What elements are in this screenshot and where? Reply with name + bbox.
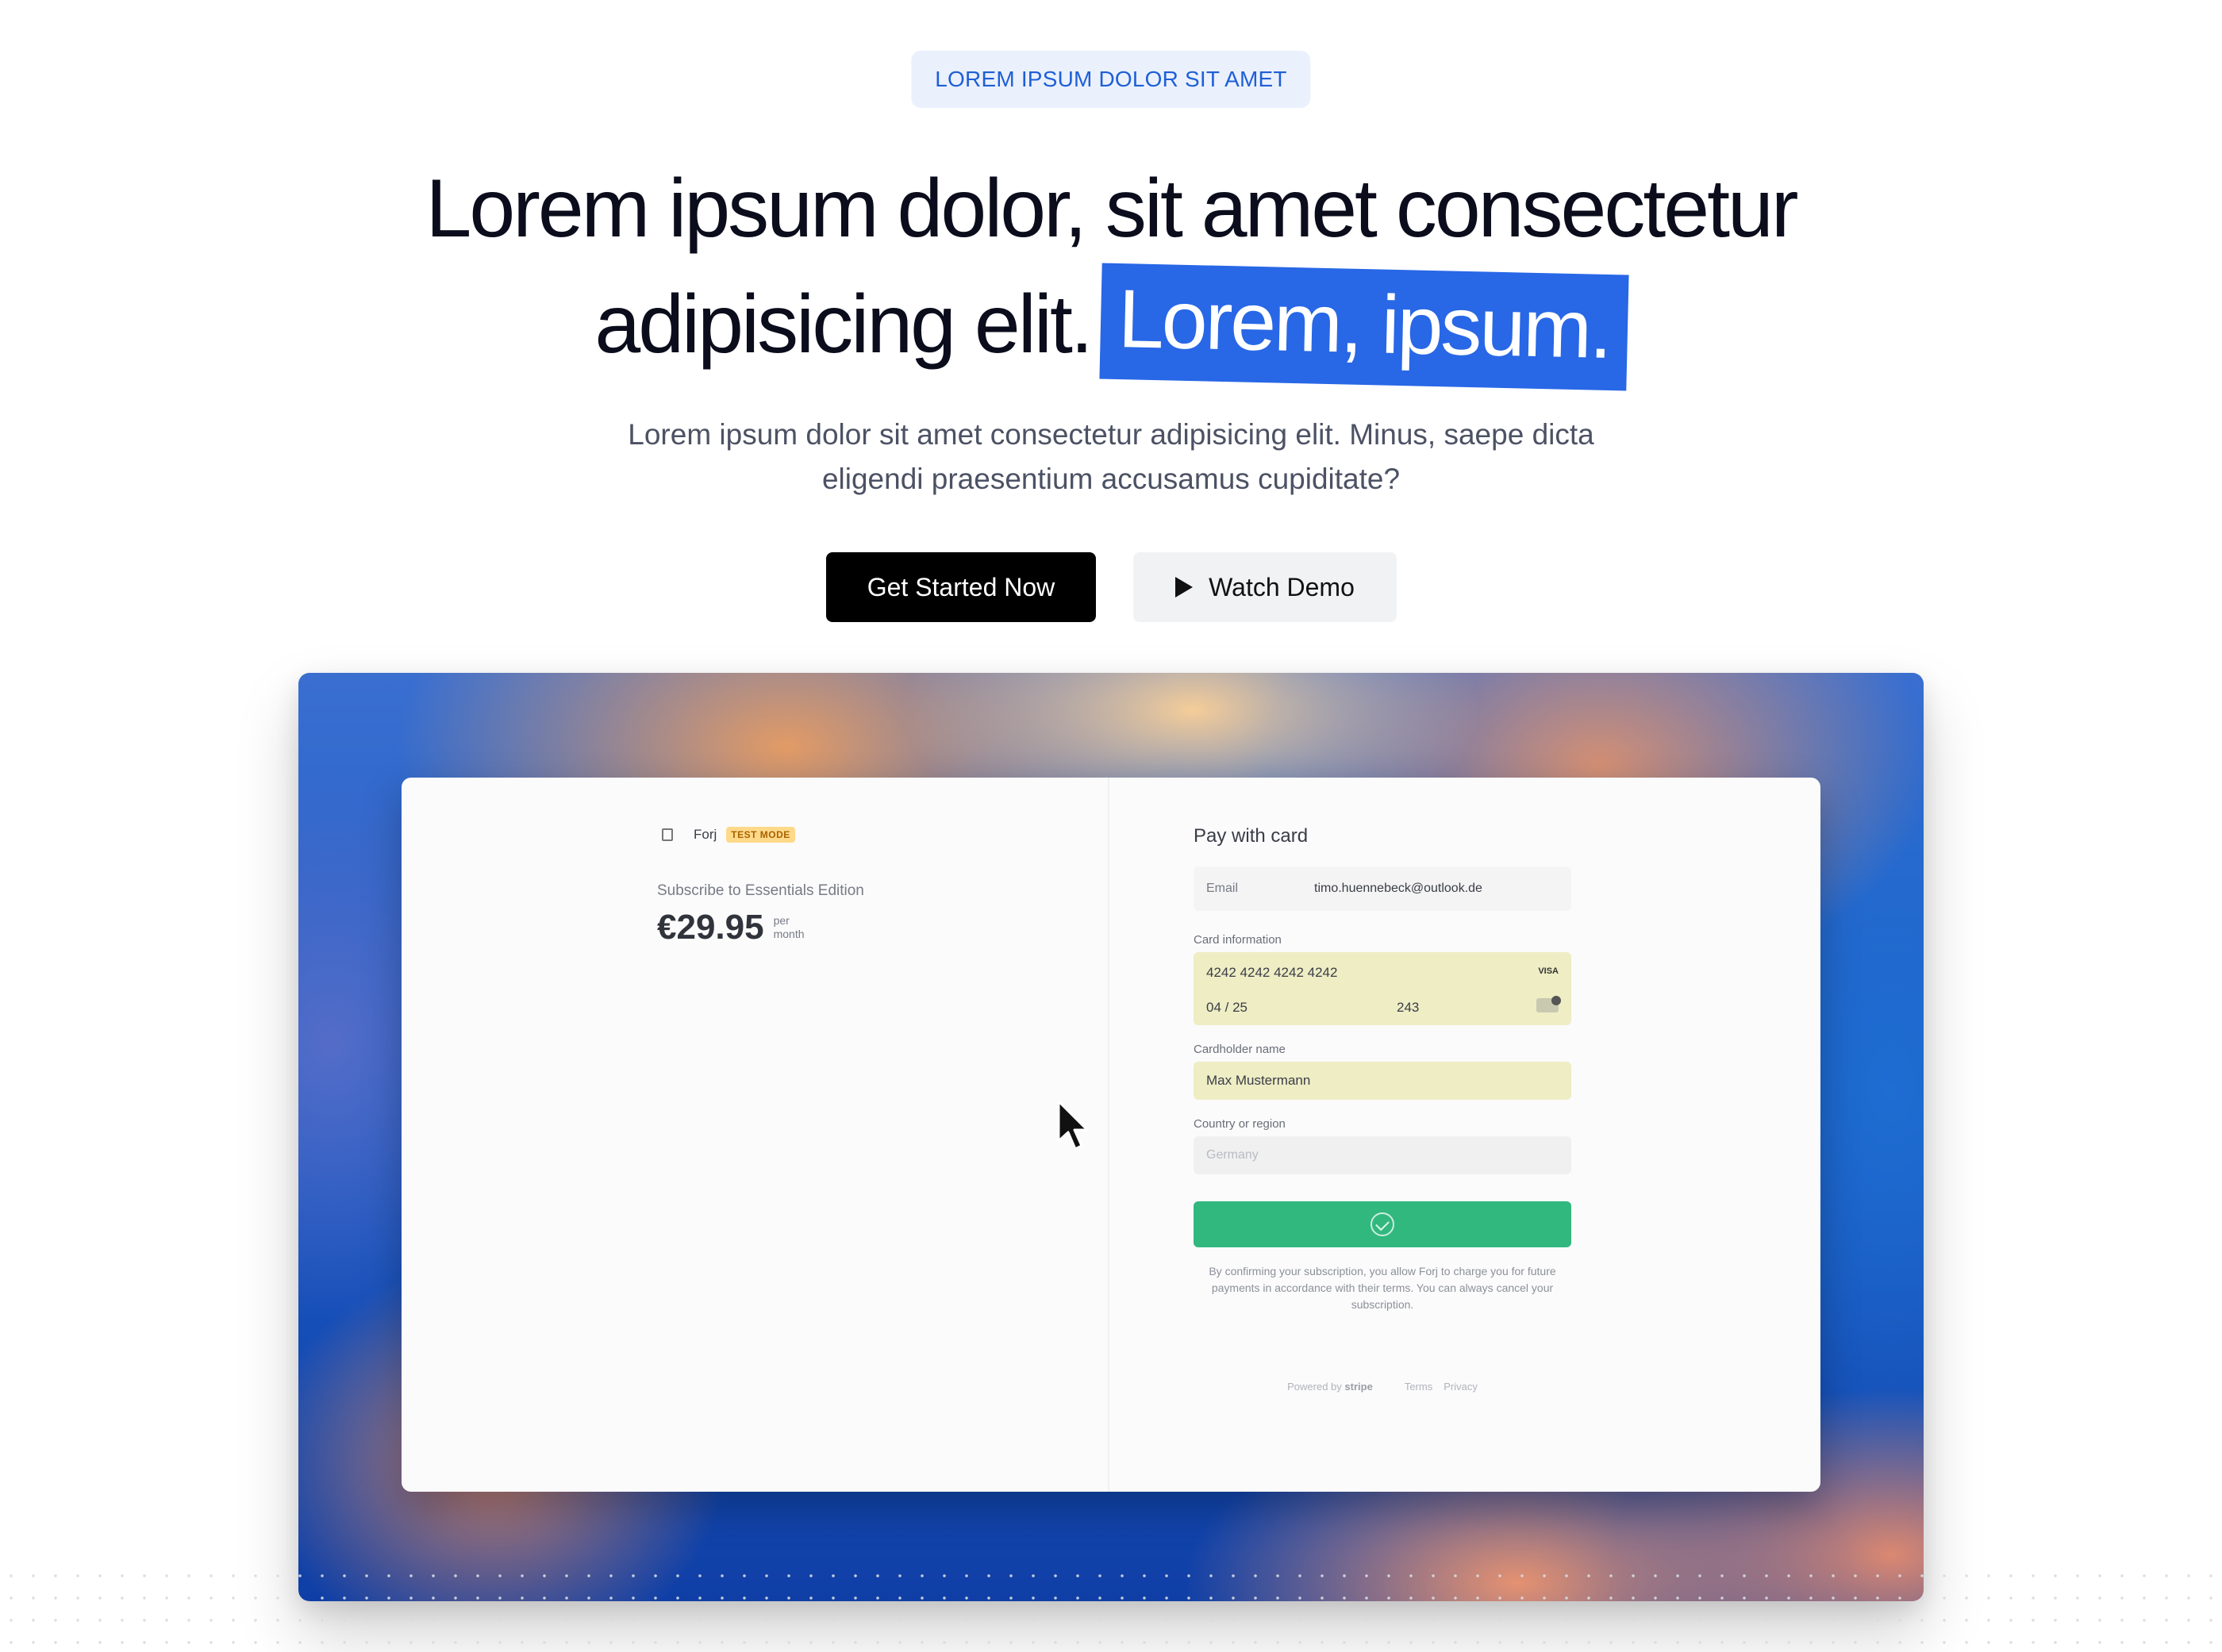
powered-by-text: Powered by [1287, 1381, 1342, 1393]
price: €29.95 [657, 908, 764, 947]
cardholder-field[interactable]: Max Mustermann [1194, 1062, 1571, 1100]
hero-title-highlight: Lorem, ipsum. [1099, 263, 1629, 391]
checkout-footer: Powered by stripe Terms Privacy [1194, 1381, 1571, 1393]
privacy-link[interactable]: Privacy [1444, 1381, 1478, 1393]
cvc-card-icon [1536, 996, 1561, 1012]
email-field[interactable]: Email timo.huennebeck@outlook.de [1194, 866, 1571, 911]
watch-demo-button[interactable]: Watch Demo [1133, 552, 1397, 622]
hero-title-line-1: Lorem ipsum dolor, sit amet consectetur [425, 163, 1799, 255]
order-summary: Forj TEST MODE Subscribe to Essentials E… [402, 778, 1108, 1492]
email-label: Email [1206, 882, 1239, 895]
card-number[interactable]: 4242 4242 4242 4242 [1206, 965, 1337, 981]
country-select[interactable]: Germany [1194, 1136, 1571, 1174]
period-line-1: per [773, 914, 790, 927]
visa-icon: VISA [1538, 966, 1559, 976]
footer-links: Terms Privacy [1405, 1381, 1478, 1393]
mouse-pointer-icon [1057, 1100, 1089, 1151]
terms-link[interactable]: Terms [1405, 1381, 1432, 1393]
hero-title: Lorem ipsum dolor, sit amet consectetur … [0, 151, 2222, 391]
card-info-field[interactable]: 4242 4242 4242 4242 VISA 04 / 25 243 [1194, 952, 1571, 1025]
check-circle-icon [1370, 1212, 1394, 1236]
email-value: timo.huennebeck@outlook.de [1314, 882, 1482, 895]
stripe-logo: stripe [1344, 1381, 1373, 1393]
dot-pattern [0, 1565, 2222, 1652]
consent-text: By confirming your subscription, you all… [1209, 1265, 1556, 1311]
card-cvc[interactable]: 243 [1397, 1000, 1419, 1016]
country-label: Country or region [1194, 1117, 1286, 1131]
cardholder-label: Cardholder name [1194, 1043, 1286, 1056]
payment-form: Pay with card Email timo.huennebeck@outl… [1109, 778, 1820, 1492]
hero-title-line-2: adipisicing elit. Lorem, ipsum. [0, 263, 2222, 391]
billing-period: per month [774, 914, 805, 941]
eyebrow-badge: LOREM IPSUM DOLOR SIT AMET [911, 51, 1311, 108]
pay-title: Pay with card [1194, 825, 1309, 847]
brand-row: Forj TEST MODE [662, 827, 795, 843]
test-mode-badge: TEST MODE [726, 827, 795, 843]
hero-title-line-2-text: adipisicing elit. [594, 279, 1093, 371]
period-line-2: month [773, 928, 805, 940]
brand-name: Forj [694, 827, 717, 842]
play-icon [1175, 577, 1194, 597]
product-name: Subscribe to Essentials Edition [657, 882, 864, 899]
price-row: €29.95 per month [657, 908, 805, 947]
checkout-window: Forj TEST MODE Subscribe to Essentials E… [402, 778, 1820, 1492]
card-expiry[interactable]: 04 / 25 [1206, 1000, 1247, 1016]
hero-subtitle: Lorem ipsum dolor sit amet consectetur a… [628, 418, 1594, 495]
get-started-button[interactable]: Get Started Now [826, 552, 1096, 622]
subscribe-button[interactable] [1194, 1201, 1571, 1247]
card-info-label: Card information [1194, 933, 1282, 947]
store-icon [662, 828, 673, 841]
powered-by: Powered by stripe [1287, 1381, 1373, 1393]
landing-page: LOREM IPSUM DOLOR SIT AMET Lorem ipsum d… [0, 0, 2222, 1652]
watch-demo-label: Watch Demo [1209, 572, 1355, 601]
product-showcase: Forj TEST MODE Subscribe to Essentials E… [298, 673, 1924, 1601]
